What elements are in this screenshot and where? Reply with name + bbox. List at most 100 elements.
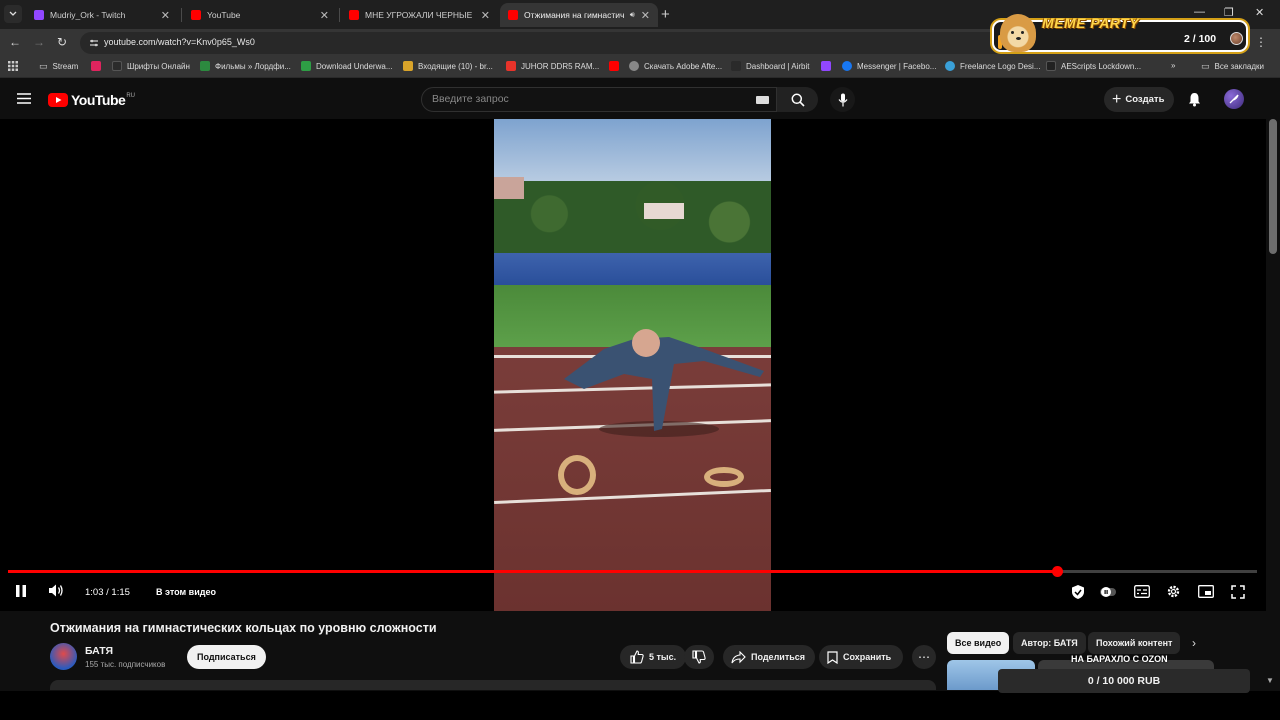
subscriber-count: 155 тыс. подписчиков: [85, 660, 166, 669]
bookmarks-overflow-icon[interactable]: »: [1171, 61, 1175, 70]
autoplay-toggle-icon[interactable]: [1100, 586, 1116, 598]
progress-bar[interactable]: [8, 566, 1257, 577]
restore-icon[interactable]: ❐: [1224, 6, 1234, 19]
bookmark-item[interactable]: Freelance Logo Desi...: [945, 61, 1041, 71]
bookmark-item[interactable]: [821, 61, 836, 71]
browser-tab-active[interactable]: Отжимания на гимнастич 🔊︎ ✕: [500, 3, 658, 27]
browser-tab[interactable]: МНЕ УГРОЖАЛИ ЧЕРНЫЕ ПУШ ✕: [341, 3, 498, 27]
search-input[interactable]: [432, 93, 732, 105]
settings-gear-icon[interactable]: [1166, 584, 1181, 599]
video-player[interactable]: 1:03 / 1:15 В этом видео: [0, 119, 1266, 611]
keyboard-icon[interactable]: [756, 96, 769, 104]
fullscreen-icon[interactable]: [1231, 585, 1245, 599]
fonts-icon: [112, 61, 122, 71]
create-button[interactable]: + Создать: [1104, 87, 1175, 112]
mail-icon: [403, 61, 413, 71]
video-building: [644, 203, 684, 219]
channel-name[interactable]: БАТЯ: [85, 645, 113, 657]
tab-search-button[interactable]: [4, 5, 22, 23]
plus-icon: +: [1112, 90, 1122, 108]
bookmark-item[interactable]: ▭ Stream: [39, 61, 78, 72]
youtube-icon: [191, 10, 201, 20]
back-arrow-icon[interactable]: ←: [9, 35, 21, 49]
apps-icon[interactable]: [8, 61, 18, 71]
close-icon[interactable]: ✕: [481, 9, 490, 22]
bookmark-label: Фильмы » Лордфи...: [215, 61, 291, 71]
notifications-bell-icon[interactable]: [1188, 92, 1201, 107]
all-bookmarks[interactable]: ▭ Все закладки: [1201, 61, 1264, 72]
scrollbar-thumb[interactable]: [1269, 119, 1277, 254]
bookmark-item[interactable]: [91, 61, 106, 71]
bookmark-item[interactable]: Скачать Adobe Afte...: [629, 61, 722, 71]
youtube-logo[interactable]: YouTube RU: [48, 92, 135, 108]
bookmark-item[interactable]: [609, 61, 624, 71]
search-box[interactable]: [421, 87, 777, 112]
folder-icon: ▭: [39, 61, 48, 71]
bookmark-item[interactable]: Входящие (10) - br...: [403, 61, 493, 71]
pause-icon[interactable]: [15, 584, 27, 598]
voice-search-button[interactable]: [830, 87, 855, 112]
like-button[interactable]: 5 тыс.: [620, 645, 687, 669]
bookmark-label: Входящие (10) - br...: [418, 61, 493, 71]
description-box[interactable]: [50, 680, 936, 690]
feather-icon: [1229, 94, 1239, 104]
chevron-right-icon[interactable]: ›: [1192, 636, 1196, 650]
share-button[interactable]: Поделиться: [723, 645, 816, 669]
bookmark-label: Download Underwa...: [316, 61, 393, 71]
audio-playing-icon[interactable]: 🔊︎: [630, 10, 635, 20]
region-label: RU: [126, 92, 135, 99]
new-tab-button[interactable]: +: [661, 6, 670, 23]
video-stadium-stand: [494, 253, 771, 285]
dislike-button[interactable]: [684, 645, 714, 669]
subscribe-button[interactable]: Подписаться: [187, 645, 266, 669]
minimize-icon[interactable]: —: [1194, 6, 1205, 18]
chapter-label[interactable]: В этом видео: [156, 587, 216, 597]
close-window-icon[interactable]: ✕: [1255, 6, 1264, 19]
hd-icon: [200, 61, 210, 71]
doge-icon: [1000, 14, 1036, 52]
bookmark-item[interactable]: JUHOR DDR5 RAM...: [506, 61, 599, 71]
bookmark-item[interactable]: Dashboard | Airbit: [731, 61, 809, 71]
url-text: youtube.com/watch?v=Knv0p65_Ws0: [104, 37, 255, 47]
browser-tab[interactable]: YouTube ✕: [183, 3, 337, 27]
close-icon[interactable]: ✕: [161, 9, 170, 22]
bookmark-item[interactable]: Фильмы » Лордфи...: [200, 61, 291, 71]
chip-label: Похожий контент: [1096, 638, 1173, 648]
site-info-icon[interactable]: [89, 38, 99, 48]
video-frame[interactable]: [494, 119, 771, 611]
close-icon[interactable]: ✕: [320, 9, 329, 22]
more-actions-icon[interactable]: ⋯: [912, 645, 936, 669]
bookmark-item[interactable]: AEScripts Lockdown...: [1046, 61, 1141, 71]
save-button[interactable]: Сохранить: [819, 645, 904, 669]
chip-all-videos[interactable]: Все видео: [947, 632, 1010, 654]
search-button[interactable]: [777, 87, 818, 112]
chip-related[interactable]: Похожий контент: [1088, 632, 1180, 654]
progress-scrubber[interactable]: [1052, 566, 1064, 577]
bookmark-item[interactable]: Шрифты Онлайн: [112, 61, 190, 71]
shield-icon[interactable]: [1070, 584, 1086, 600]
browser-tab[interactable]: Mudriy_Ork - Twitch ✕: [26, 3, 178, 27]
tab-separator: [181, 8, 182, 22]
volume-icon[interactable]: [48, 583, 64, 598]
page-scrollbar[interactable]: [1266, 119, 1280, 691]
bookmark-item[interactable]: Messenger | Facebo...: [842, 61, 936, 71]
chip-author[interactable]: Автор: БАТЯ: [1013, 632, 1086, 654]
forward-arrow-icon[interactable]: →: [33, 35, 45, 49]
hamburger-menu-icon[interactable]: [17, 93, 31, 104]
youtube-play-logo-icon: [48, 93, 68, 107]
bookmark-label: AEScripts Lockdown...: [1061, 61, 1142, 71]
account-avatar[interactable]: [1224, 89, 1244, 109]
close-icon[interactable]: ✕: [641, 9, 650, 22]
doge-eye: [1011, 31, 1014, 34]
scroll-down-arrow-icon[interactable]: ▼: [1266, 676, 1274, 685]
reload-icon[interactable]: ↻: [57, 35, 67, 49]
aliexpress-icon: [506, 61, 516, 71]
chip-label: Все видео: [955, 638, 1002, 648]
subtitles-icon[interactable]: [1134, 585, 1150, 598]
subscribe-label: Подписаться: [197, 652, 256, 662]
channel-avatar[interactable]: [50, 643, 77, 670]
browser-menu-icon[interactable]: ⋮: [1255, 35, 1267, 49]
bookmark-item[interactable]: Download Underwa...: [301, 61, 392, 71]
miniplayer-icon[interactable]: [1198, 585, 1214, 598]
folder-icon: ▭: [1201, 61, 1210, 71]
